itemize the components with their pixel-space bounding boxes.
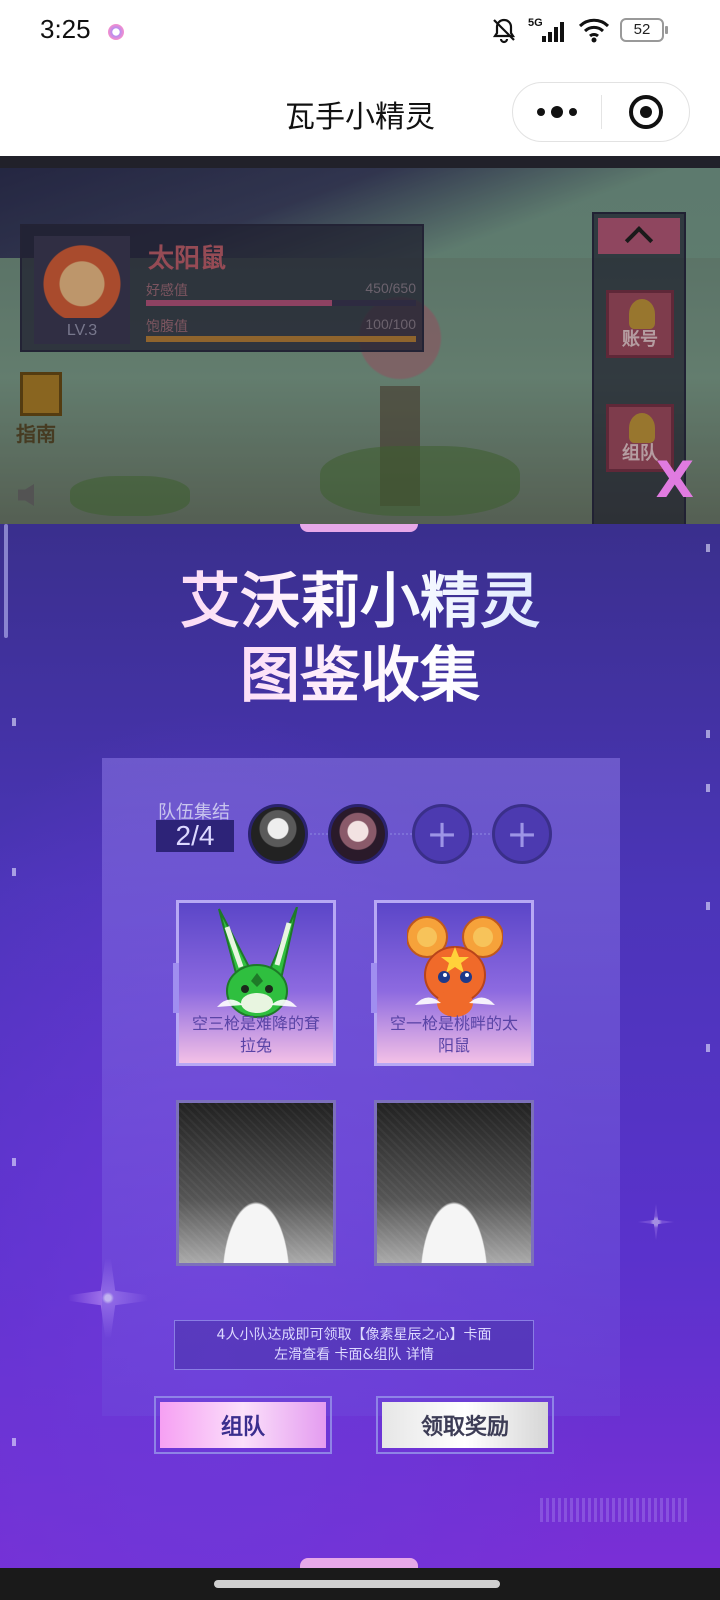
more-icon bbox=[537, 108, 545, 116]
status-time: 3:25 bbox=[40, 14, 91, 44]
system-navigation-bar bbox=[0, 1568, 720, 1600]
network-label: 5G bbox=[528, 17, 543, 29]
collection-event-panel: 艾沃莉小精灵 图鉴收集 队伍集结 2/4 + + 空三枪是难降的耷拉兔 空一枪是… bbox=[0, 524, 720, 1568]
mini-app-title-bar: 瓦手小精灵 bbox=[0, 64, 720, 156]
locked-card[interactable] bbox=[374, 1100, 534, 1266]
team-count: 2/4 bbox=[156, 820, 234, 852]
spirit-card[interactable]: 空三枪是难降的耷拉兔 bbox=[173, 900, 336, 1066]
dim-overlay bbox=[0, 156, 720, 526]
game-scene: LV.3 太阳鼠 好感值 450/650 饱腹值 100/100 指南 账号 组… bbox=[0, 156, 720, 526]
claim-reward-label: 领取奖励 bbox=[382, 1402, 548, 1448]
claim-reward-button[interactable]: 领取奖励 bbox=[376, 1396, 554, 1454]
team-member-avatar[interactable] bbox=[248, 804, 308, 864]
battery-icon: 52 bbox=[620, 18, 668, 42]
wifi-icon bbox=[578, 18, 610, 43]
invite-slot[interactable]: + bbox=[492, 804, 552, 864]
panel-top-tab bbox=[300, 524, 418, 532]
spirit-card[interactable]: 空一枪是桃畔的太阳鼠 bbox=[371, 900, 534, 1066]
collection-area: 队伍集结 2/4 + + 空三枪是难降的耷拉兔 空一枪是桃畔的太阳鼠 bbox=[102, 758, 620, 1416]
spirit-card-name: 空三枪是难降的耷拉兔 bbox=[191, 1014, 320, 1055]
event-title-line2: 图鉴收集 bbox=[0, 640, 720, 712]
close-event-button[interactable]: X bbox=[655, 455, 694, 505]
mini-app-capsule bbox=[512, 82, 690, 142]
notifications-muted-icon bbox=[492, 18, 516, 44]
plus-icon: + bbox=[506, 812, 538, 856]
spirit-card-name: 空一枪是桃畔的太阳鼠 bbox=[389, 1014, 518, 1055]
panel-bottom-tab bbox=[300, 1558, 418, 1568]
event-notice: 4人小队达成即可领取【像素星辰之心】卡面 左滑查看 卡面&组队 详情 bbox=[174, 1320, 534, 1370]
sparkle-decoration bbox=[638, 1204, 674, 1240]
notice-line2: 左滑查看 卡面&组队 详情 bbox=[274, 1347, 434, 1363]
close-miniapp-button[interactable] bbox=[602, 95, 689, 129]
more-button[interactable] bbox=[513, 83, 601, 141]
team-button[interactable]: 组队 bbox=[154, 1396, 332, 1454]
status-bar: 3:25 5G 52 bbox=[0, 0, 720, 64]
notice-line1: 4人小队达成即可领取【像素星辰之心】卡面 bbox=[216, 1327, 492, 1343]
plus-icon: + bbox=[426, 812, 458, 856]
signal-icon: 5G bbox=[528, 17, 564, 42]
invite-slot[interactable]: + bbox=[412, 804, 472, 864]
team-button-label: 组队 bbox=[160, 1402, 326, 1448]
team-member-avatar[interactable] bbox=[328, 804, 388, 864]
status-icons: 5G 52 bbox=[490, 16, 668, 44]
close-miniapp-icon bbox=[628, 95, 663, 129]
app-indicator-icon bbox=[108, 24, 124, 40]
rabbit-spirit-image bbox=[217, 907, 298, 1018]
decorative-microtext bbox=[540, 1498, 690, 1522]
mouse-spirit-image bbox=[407, 916, 503, 1017]
locked-card[interactable] bbox=[176, 1100, 336, 1266]
home-indicator[interactable] bbox=[214, 1580, 500, 1588]
event-title-line1: 艾沃莉小精灵 bbox=[0, 566, 720, 638]
